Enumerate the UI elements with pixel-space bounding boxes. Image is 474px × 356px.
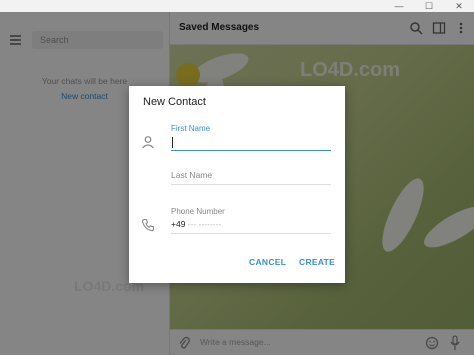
first-name-label: First Name xyxy=(171,124,211,133)
create-button[interactable]: CREATE xyxy=(299,257,335,267)
dialog-title: New Contact xyxy=(143,96,206,108)
person-icon xyxy=(142,136,154,149)
phone-number-label: Phone Number xyxy=(171,207,225,216)
first-name-input[interactable] xyxy=(171,136,331,151)
phone-icon xyxy=(141,218,155,232)
phone-mask: --- -------- xyxy=(185,219,222,229)
close-window-button[interactable]: ✕ xyxy=(444,0,474,12)
country-code: +49 xyxy=(171,219,186,229)
text-caret xyxy=(172,137,173,148)
window-titlebar: — ☐ ✕ xyxy=(0,0,474,12)
last-name-input[interactable]: Last Name xyxy=(171,168,331,185)
cancel-button[interactable]: CANCEL xyxy=(249,257,286,267)
new-contact-dialog: New Contact First Name Last Name Phone N… xyxy=(129,86,345,283)
minimize-button[interactable]: — xyxy=(384,0,414,12)
phone-number-input[interactable]: +49 --- -------- xyxy=(171,218,331,234)
maximize-button[interactable]: ☐ xyxy=(414,0,444,12)
